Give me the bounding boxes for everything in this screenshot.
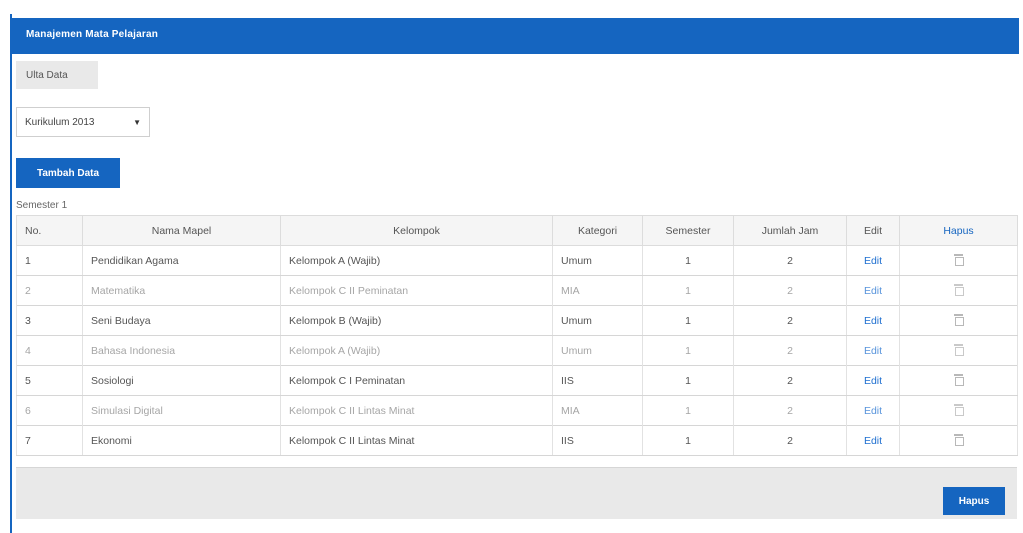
header-hapus[interactable]: Hapus — [899, 215, 1018, 246]
edit-link[interactable]: Edit — [864, 375, 882, 387]
cell-no: 6 — [16, 395, 83, 426]
cell-semester: 1 — [642, 425, 734, 456]
cell-edit: Edit — [846, 275, 900, 306]
cell-jumlah-jam: 2 — [733, 365, 847, 396]
cell-kelompok: Kelompok C II Lintas Minat — [280, 425, 553, 456]
cell-semester: 1 — [642, 335, 734, 366]
cell-kelompok: Kelompok B (Wajib) — [280, 305, 553, 336]
header-nama-mapel: Nama Mapel — [82, 215, 281, 246]
cell-jumlah-jam: 2 — [733, 395, 847, 426]
header-kelompok: Kelompok — [280, 215, 553, 246]
table-row: 7 Ekonomi Kelompok C II Lintas Minat IIS… — [16, 425, 1018, 456]
cell-kategori: IIS — [552, 425, 643, 456]
edit-link[interactable]: Edit — [864, 405, 882, 417]
delete-checkbox-icon[interactable] — [954, 254, 964, 266]
edit-link[interactable]: Edit — [864, 285, 882, 297]
cell-nama-mapel: Simulasi Digital — [82, 395, 281, 426]
semester-label: Semester 1 — [16, 200, 68, 211]
cell-nama-mapel: Bahasa Indonesia — [82, 335, 281, 366]
cell-jumlah-jam: 2 — [733, 335, 847, 366]
add-data-button[interactable]: Tambah Data — [16, 158, 120, 188]
cell-edit: Edit — [846, 365, 900, 396]
table-footer-bar: Hapus — [16, 467, 1017, 519]
cell-kelompok: Kelompok C II Lintas Minat — [280, 395, 553, 426]
curriculum-select[interactable]: Kurikulum 2013 ▼ — [16, 107, 150, 137]
header-semester: Semester — [642, 215, 734, 246]
delete-checkbox-icon[interactable] — [954, 344, 964, 356]
cell-nama-mapel: Seni Budaya — [82, 305, 281, 336]
table-row: 1 Pendidikan Agama Kelompok A (Wajib) Um… — [16, 245, 1018, 276]
cell-nama-mapel: Sosiologi — [82, 365, 281, 396]
edit-link[interactable]: Edit — [864, 435, 882, 447]
cell-semester: 1 — [642, 395, 734, 426]
cell-semester: 1 — [642, 245, 734, 276]
table-row: 2 Matematika Kelompok C II Peminatan MIA… — [16, 275, 1018, 306]
cell-nama-mapel: Ekonomi — [82, 425, 281, 456]
cell-edit: Edit — [846, 425, 900, 456]
cell-jumlah-jam: 2 — [733, 305, 847, 336]
cell-kelompok: Kelompok C II Peminatan — [280, 275, 553, 306]
subjects-table-wrapper: No. Nama Mapel Kelompok Kategori Semeste… — [16, 215, 1018, 456]
cell-hapus — [899, 245, 1018, 276]
cell-edit: Edit — [846, 305, 900, 336]
cell-kategori: Umum — [552, 335, 643, 366]
edit-link[interactable]: Edit — [864, 345, 882, 357]
delete-checkbox-icon[interactable] — [954, 374, 964, 386]
cell-hapus — [899, 425, 1018, 456]
header-jumlah-jam: Jumlah Jam — [733, 215, 847, 246]
header-edit: Edit — [846, 215, 900, 246]
caret-down-icon: ▼ — [133, 117, 141, 127]
cell-jumlah-jam: 2 — [733, 425, 847, 456]
cell-kategori: MIA — [552, 275, 643, 306]
panel-header: Manajemen Mata Pelajaran — [12, 18, 1019, 54]
cell-edit: Edit — [846, 245, 900, 276]
cell-edit: Edit — [846, 335, 900, 366]
edit-link[interactable]: Edit — [864, 315, 882, 327]
header-kategori: Kategori — [552, 215, 643, 246]
cell-kelompok: Kelompok C I Peminatan — [280, 365, 553, 396]
cell-nama-mapel: Pendidikan Agama — [82, 245, 281, 276]
cell-no: 4 — [16, 335, 83, 366]
cell-jumlah-jam: 2 — [733, 275, 847, 306]
delete-checkbox-icon[interactable] — [954, 404, 964, 416]
edit-link[interactable]: Edit — [864, 255, 882, 267]
cell-kelompok: Kelompok A (Wajib) — [280, 245, 553, 276]
table-header-row: No. Nama Mapel Kelompok Kategori Semeste… — [16, 215, 1018, 246]
subjects-table: No. Nama Mapel Kelompok Kategori Semeste… — [16, 215, 1018, 456]
cell-jumlah-jam: 2 — [733, 245, 847, 276]
cell-no: 1 — [16, 245, 83, 276]
delete-checkbox-icon[interactable] — [954, 284, 964, 296]
header-no: No. — [16, 215, 83, 246]
cell-hapus — [899, 365, 1018, 396]
table-row: 4 Bahasa Indonesia Kelompok A (Wajib) Um… — [16, 335, 1018, 366]
cell-no: 7 — [16, 425, 83, 456]
curriculum-select-value: Kurikulum 2013 — [25, 116, 95, 128]
cell-kategori: Umum — [552, 245, 643, 276]
cell-semester: 1 — [642, 365, 734, 396]
page-title: Manajemen Mata Pelajaran — [26, 29, 159, 40]
cell-hapus — [899, 305, 1018, 336]
delete-checkbox-icon[interactable] — [954, 434, 964, 446]
cell-no: 3 — [16, 305, 83, 336]
delete-selected-button[interactable]: Hapus — [943, 487, 1005, 515]
cell-nama-mapel: Matematika — [82, 275, 281, 306]
cell-no: 5 — [16, 365, 83, 396]
table-row: 3 Seni Budaya Kelompok B (Wajib) Umum 1 … — [16, 305, 1018, 336]
cell-hapus — [899, 275, 1018, 306]
cell-no: 2 — [16, 275, 83, 306]
cell-kelompok: Kelompok A (Wajib) — [280, 335, 553, 366]
cell-semester: 1 — [642, 275, 734, 306]
grey-data-button[interactable]: Ulta Data — [16, 61, 98, 89]
cell-kategori: MIA — [552, 395, 643, 426]
cell-kategori: IIS — [552, 365, 643, 396]
delete-checkbox-icon[interactable] — [954, 314, 964, 326]
cell-edit: Edit — [846, 395, 900, 426]
table-row: 5 Sosiologi Kelompok C I Peminatan IIS 1… — [16, 365, 1018, 396]
cell-kategori: Umum — [552, 305, 643, 336]
table-row: 6 Simulasi Digital Kelompok C II Lintas … — [16, 395, 1018, 426]
cell-semester: 1 — [642, 305, 734, 336]
cell-hapus — [899, 395, 1018, 426]
cell-hapus — [899, 335, 1018, 366]
